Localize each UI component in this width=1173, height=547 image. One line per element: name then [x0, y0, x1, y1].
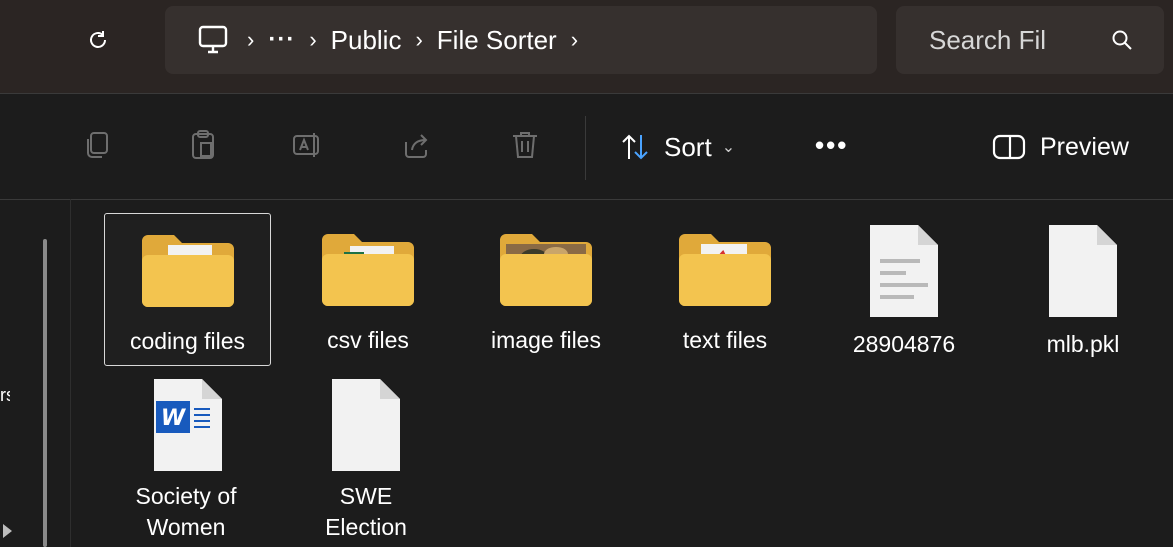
item-label-line-2: Election	[325, 514, 407, 540]
command-bar-divider	[585, 116, 586, 180]
address-bar-region: › ··· › Public › File Sorter › Search Fi…	[0, 0, 1173, 93]
search-box[interactable]: Search Fil	[896, 6, 1164, 74]
rename-icon[interactable]	[290, 128, 324, 162]
file-item-society-of-women[interactable]: W Society of Women	[118, 370, 254, 547]
item-label: csv files	[327, 327, 409, 353]
folder-pdf-icon	[679, 234, 771, 306]
command-bar: Sort ⌄ ••• Preview	[0, 93, 1173, 200]
text-file-icon	[870, 225, 938, 317]
file-item-mlb-pkl[interactable]: mlb.pkl	[1015, 213, 1151, 364]
folder-item-text-files[interactable]: text files	[657, 213, 793, 364]
search-input[interactable]: Search Fil	[929, 25, 1069, 56]
file-item-28904876[interactable]: 28904876	[836, 213, 972, 364]
copy-icon[interactable]	[82, 128, 116, 162]
more-options-button[interactable]: •••	[815, 130, 848, 161]
item-label-line-1: Society of	[135, 483, 237, 509]
item-label-line-1: SWE	[339, 483, 393, 509]
monitor-icon	[198, 25, 228, 54]
breadcrumb-overflow[interactable]: ···	[268, 26, 295, 54]
folder-document-icon	[141, 235, 234, 307]
folder-excel-icon	[322, 234, 414, 306]
chevron-right-icon: ›	[247, 27, 255, 52]
blank-file-icon	[332, 379, 400, 471]
blank-file-icon	[1049, 225, 1117, 317]
breadcrumb-public[interactable]: Public	[331, 25, 402, 56]
nav-item-clipped-label[interactable]: rsi	[0, 385, 10, 406]
expand-arrow-icon[interactable]	[3, 524, 12, 538]
this-pc-button[interactable]	[193, 20, 233, 60]
item-label-line-2: Women	[146, 514, 226, 540]
refresh-icon	[90, 31, 106, 48]
item-label: coding files	[129, 328, 246, 354]
breadcrumb-file-sorter[interactable]: File Sorter	[437, 25, 557, 56]
sort-label: Sort	[664, 131, 712, 162]
navigation-scrollbar[interactable]	[43, 239, 47, 547]
search-icon[interactable]	[1110, 28, 1134, 52]
delete-icon[interactable]	[508, 128, 542, 162]
folder-image-icon	[500, 234, 592, 306]
chevron-right-icon: ›	[415, 27, 423, 52]
folder-item-csv-files[interactable]: csv files	[300, 213, 436, 364]
navigation-pane: rsi	[0, 199, 71, 547]
item-label: mlb.pkl	[1046, 331, 1120, 357]
preview-label: Preview	[1040, 132, 1129, 161]
chevron-right-icon: ›	[309, 27, 317, 52]
chevron-down-icon: ⌄	[721, 139, 736, 156]
refresh-button[interactable]	[80, 22, 116, 58]
address-field[interactable]: › ··· › Public › File Sorter ›	[165, 6, 877, 74]
word-document-icon: W	[154, 379, 222, 471]
svg-text:W: W	[161, 406, 187, 431]
item-label: image files	[491, 327, 601, 353]
folder-item-image-files[interactable]: image files	[478, 213, 614, 364]
preview-pane-icon	[992, 134, 1026, 160]
item-label: text files	[682, 327, 768, 353]
sort-button[interactable]: Sort ⌄	[620, 130, 735, 164]
paste-icon[interactable]	[186, 128, 220, 162]
sort-arrows-icon	[622, 134, 648, 160]
share-icon[interactable]	[400, 128, 434, 162]
file-item-swe-election[interactable]: SWE Election	[298, 370, 434, 547]
item-label: 28904876	[852, 331, 956, 357]
chevron-right-icon[interactable]: ›	[571, 27, 578, 53]
preview-button[interactable]: Preview	[992, 130, 1129, 164]
folder-item-coding-files[interactable]: coding files	[104, 213, 271, 366]
